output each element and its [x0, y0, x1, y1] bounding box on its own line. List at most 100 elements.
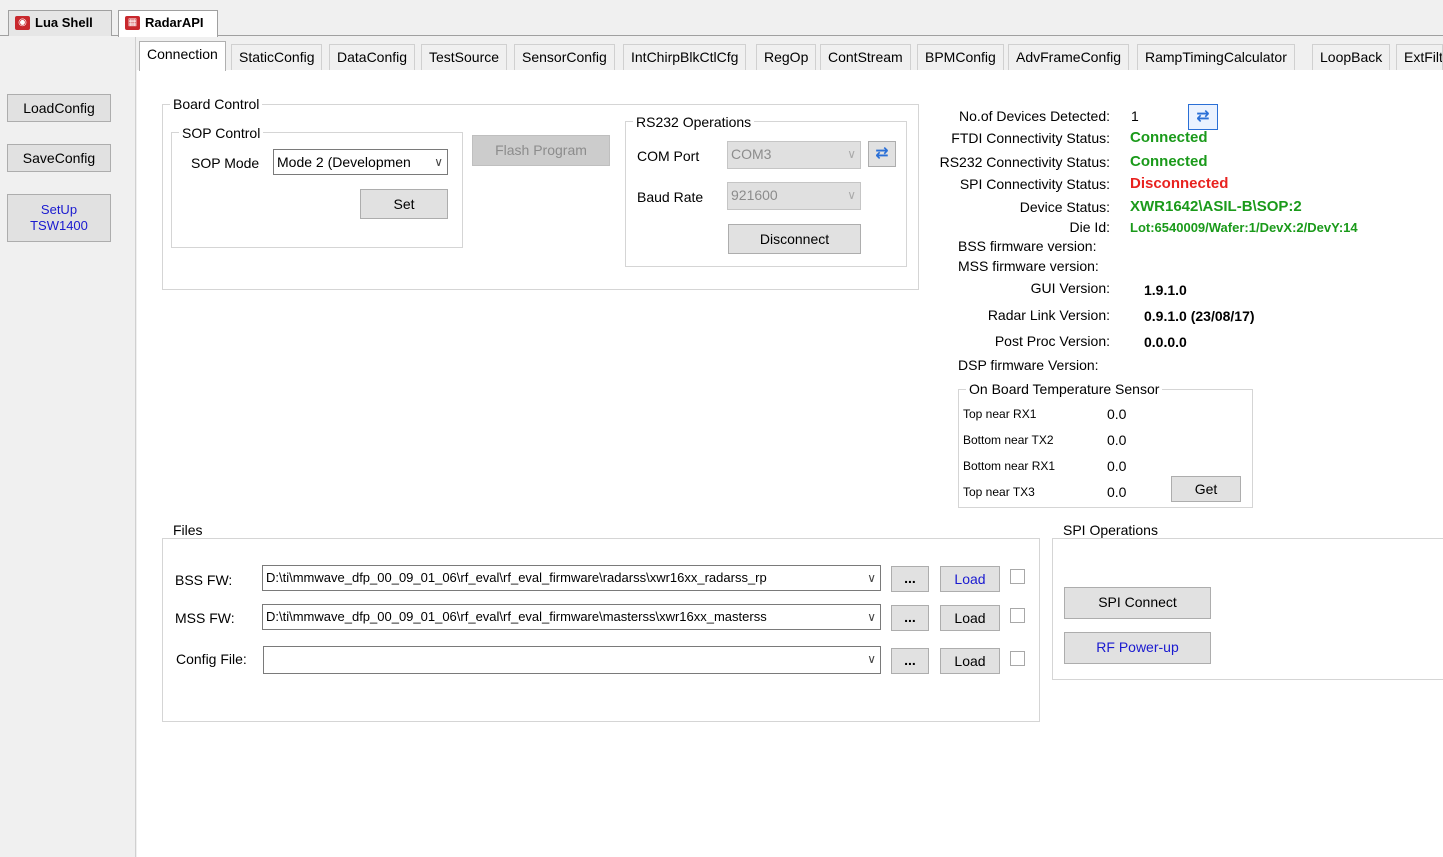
window-tab-lua-shell[interactable]: ◉ Lua Shell — [8, 10, 112, 36]
temp-value-bottom-rx1: 0.0 — [1107, 458, 1127, 474]
rs232-status-label: RS232 Connectivity Status: — [939, 154, 1110, 170]
post-proc-version-value: 0.0.0.0 — [1144, 334, 1187, 350]
device-status-value: XWR1642\ASIL-B\SOP:2 — [1130, 198, 1302, 215]
setup-tsw1400-button[interactable]: SetUp TSW1400 — [7, 194, 111, 242]
tab-bpmconfig[interactable]: BPMConfig — [917, 44, 1004, 70]
flash-program-button[interactable]: Flash Program — [472, 135, 610, 166]
temp-label-top-tx3: Top near TX3 — [963, 485, 1035, 499]
setup-label-line2: TSW1400 — [30, 218, 88, 233]
com-port-value: COM3 — [731, 146, 772, 162]
sop-mode-value: Mode 2 (Developmen — [277, 154, 411, 170]
sop-set-button[interactable]: Set — [360, 189, 448, 219]
radar-link-version-label: Radar Link Version: — [987, 307, 1110, 323]
config-tab-bar: Connection StaticConfig DataConfig TestS… — [137, 41, 1443, 71]
tab-sensorconfig[interactable]: SensorConfig — [514, 44, 615, 70]
bss-fw-label: BSS FW: — [175, 572, 233, 588]
mss-fw-browse-button[interactable]: ... — [891, 605, 929, 631]
mss-fw-path-select[interactable]: D:\ti\mmwave_dfp_00_09_01_06\rf_eval\rf_… — [262, 604, 881, 630]
bss-fw-path-select[interactable]: D:\ti\mmwave_dfp_00_09_01_06\rf_eval\rf_… — [262, 565, 881, 591]
chevron-down-icon: ∨ — [847, 188, 856, 202]
board-control-title: Board Control — [170, 96, 263, 112]
rs232-operations-title: RS232 Operations — [633, 114, 755, 130]
sop-mode-select[interactable]: Mode 2 (Developmen ∨ — [273, 149, 448, 175]
com-port-label: COM Port — [637, 148, 700, 164]
ftdi-status-value: Connected — [1130, 129, 1208, 146]
tab-dataconfig[interactable]: DataConfig — [329, 44, 416, 70]
save-config-button[interactable]: SaveConfig — [7, 144, 111, 172]
sop-control-title: SOP Control — [179, 125, 264, 141]
gui-version-value: 1.9.1.0 — [1144, 282, 1187, 298]
refresh-devices-icon[interactable]: ⇄ — [1188, 104, 1218, 130]
bss-fw-path-value: D:\ti\mmwave_dfp_00_09_01_06\rf_eval\rf_… — [266, 570, 767, 585]
mss-fw-label: MSS FW: — [175, 610, 235, 626]
com-port-select[interactable]: COM3 ∨ — [727, 141, 861, 169]
chevron-down-icon: ∨ — [865, 605, 876, 629]
files-title: Files — [170, 522, 206, 538]
mss-fw-load-button[interactable]: Load — [940, 605, 1000, 631]
temperature-get-button[interactable]: Get — [1171, 476, 1241, 502]
mss-fw-version-label: MSS firmware version: — [958, 258, 1099, 274]
device-status-label: Device Status: — [1019, 199, 1110, 215]
temp-value-top-rx1: 0.0 — [1107, 406, 1127, 422]
tab-extfilt[interactable]: ExtFilt — [1396, 44, 1443, 70]
gui-version-label: GUI Version: — [1030, 280, 1110, 296]
mss-fw-checkbox[interactable] — [1010, 608, 1025, 623]
disconnect-button[interactable]: Disconnect — [728, 224, 861, 254]
bss-fw-checkbox[interactable] — [1010, 569, 1025, 584]
tab-connection[interactable]: Connection — [139, 41, 226, 71]
temp-value-top-tx3: 0.0 — [1107, 484, 1127, 500]
temp-label-bottom-tx2: Bottom near TX2 — [963, 433, 1054, 447]
setup-label-line1: SetUp — [40, 202, 78, 217]
devices-detected-value: 1 — [1131, 108, 1139, 124]
tab-intchirpblkctlcfg[interactable]: IntChirpBlkCtlCfg — [623, 44, 747, 70]
connection-panel: Board Control SOP Control SOP Mode Mode … — [137, 70, 1443, 857]
baud-rate-label: Baud Rate — [637, 189, 704, 205]
post-proc-version-label: Post Proc Version: — [994, 333, 1110, 349]
refresh-com-ports-icon[interactable]: ⇄ — [868, 141, 896, 167]
devices-detected-label: No.of Devices Detected: — [959, 108, 1110, 124]
mss-fw-path-value: D:\ti\mmwave_dfp_00_09_01_06\rf_eval\rf_… — [266, 609, 767, 624]
window-tab-label: RadarAPI — [145, 15, 204, 30]
temperature-sensor-title: On Board Temperature Sensor — [966, 381, 1163, 397]
bss-fw-version-label: BSS firmware version: — [958, 238, 1097, 254]
tab-ramptimingcalculator[interactable]: RampTimingCalculator — [1137, 44, 1295, 70]
baud-rate-value: 921600 — [731, 187, 778, 203]
rf-power-up-button[interactable]: RF Power-up — [1064, 632, 1211, 664]
load-config-button[interactable]: LoadConfig — [7, 94, 111, 122]
config-file-checkbox[interactable] — [1010, 651, 1025, 666]
tab-staticconfig[interactable]: StaticConfig — [231, 44, 323, 70]
temp-label-top-rx1: Top near RX1 — [963, 407, 1037, 421]
spi-connect-button[interactable]: SPI Connect — [1064, 587, 1211, 619]
tab-contstream[interactable]: ContStream — [820, 44, 911, 70]
tab-advframeconfig[interactable]: AdvFrameConfig — [1008, 44, 1130, 70]
lua-shell-icon: ◉ — [15, 16, 30, 30]
tab-testsource[interactable]: TestSource — [421, 44, 508, 70]
ftdi-status-label: FTDI Connectivity Status: — [951, 130, 1110, 146]
chevron-down-icon: ∨ — [865, 566, 876, 590]
window-tab-radarapi[interactable]: ▦ RadarAPI — [118, 10, 218, 37]
config-file-browse-button[interactable]: ... — [891, 648, 929, 674]
radar-link-version-value: 0.9.1.0 (23/08/17) — [1144, 308, 1255, 324]
chevron-down-icon: ∨ — [434, 155, 443, 169]
tab-loopback[interactable]: LoopBack — [1312, 44, 1391, 70]
config-file-load-button[interactable]: Load — [940, 648, 1000, 674]
bss-fw-load-button[interactable]: Load — [940, 566, 1000, 592]
config-file-label: Config File: — [176, 651, 247, 667]
dsp-fw-version-label: DSP firmware Version: — [958, 357, 1099, 373]
rs232-status-value: Connected — [1130, 153, 1208, 170]
baud-rate-select[interactable]: 921600 ∨ — [727, 182, 861, 210]
spi-operations-title: SPI Operations — [1060, 522, 1161, 538]
chevron-down-icon: ∨ — [867, 652, 876, 666]
radarapi-icon: ▦ — [125, 16, 140, 30]
spi-status-value: Disconnected — [1130, 175, 1229, 192]
temp-label-bottom-rx1: Bottom near RX1 — [963, 459, 1056, 473]
bss-fw-browse-button[interactable]: ... — [891, 566, 929, 592]
left-sidebar: LoadConfig SaveConfig SetUp TSW1400 — [0, 37, 136, 857]
window-tab-label: Lua Shell — [35, 15, 93, 30]
sop-mode-label: SOP Mode — [191, 155, 260, 171]
die-id-label: Die Id: — [1069, 219, 1110, 235]
chevron-down-icon: ∨ — [847, 147, 856, 161]
config-file-select[interactable]: ∨ — [263, 646, 881, 674]
temp-value-bottom-tx2: 0.0 — [1107, 432, 1127, 448]
tab-regop[interactable]: RegOp — [756, 44, 817, 70]
